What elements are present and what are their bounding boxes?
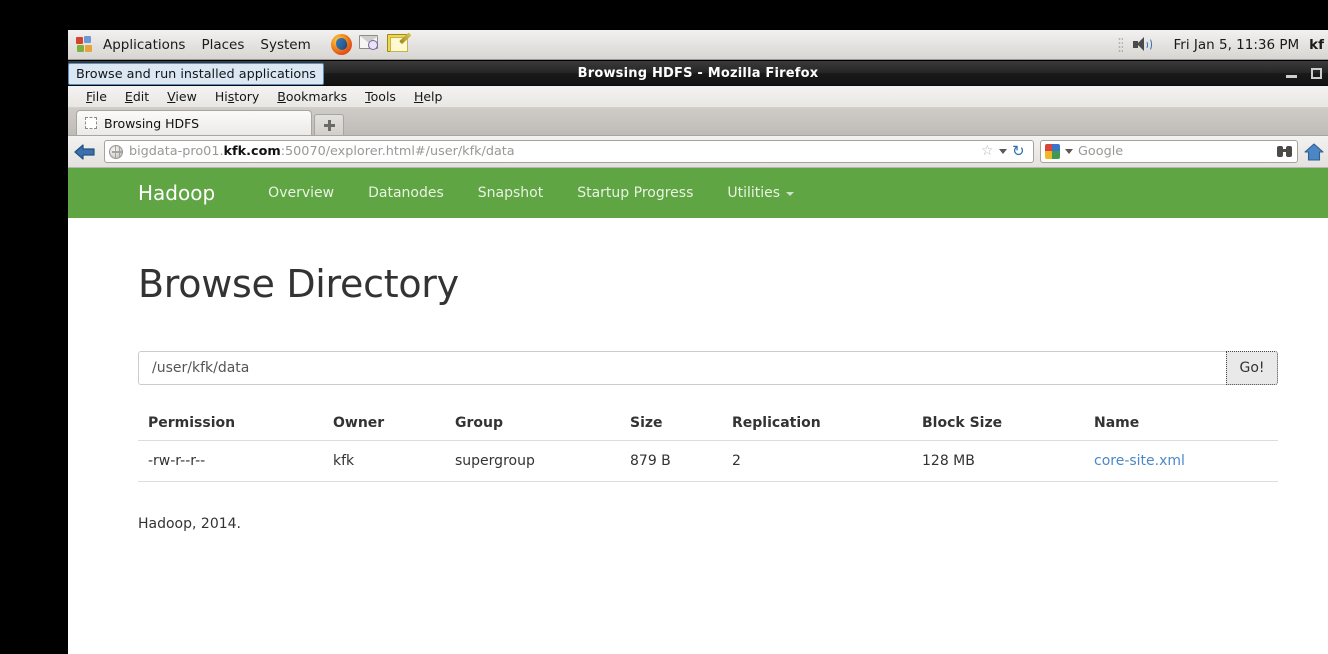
firefox-icon[interactable] <box>330 33 353 56</box>
nav-utilities[interactable]: Utilities <box>710 168 811 218</box>
bookmark-star-icon[interactable]: ☆ <box>981 144 994 158</box>
hadoop-navbar: Hadoop Overview Datanodes Snapshot Start… <box>68 168 1328 218</box>
url-bar-actions: ☆ ↻ <box>981 144 1029 159</box>
table-head: Permission Owner Group Size Replication … <box>138 407 1278 441</box>
header-permission: Permission <box>138 407 323 441</box>
menu-file[interactable]: File <box>78 87 115 106</box>
directory-table: Permission Owner Group Size Replication … <box>138 407 1278 482</box>
menu-history[interactable]: History <box>207 87 267 106</box>
panel-launchers <box>330 33 409 56</box>
plus-icon <box>323 119 335 131</box>
binoculars-icon[interactable] <box>1277 145 1293 158</box>
google-icon[interactable] <box>1045 144 1060 159</box>
home-icon[interactable] <box>1304 142 1324 162</box>
header-group: Group <box>445 407 620 441</box>
page-title: Browse Directory <box>138 262 459 306</box>
header-replication: Replication <box>722 407 912 441</box>
minimize-icon[interactable] <box>1286 74 1297 78</box>
maximize-icon[interactable] <box>1311 67 1322 79</box>
menu-edit[interactable]: Edit <box>117 87 157 106</box>
table-row: -rw-r--r-- kfk supergroup 879 B 2 128 MB… <box>138 440 1278 482</box>
tab-label: Browsing HDFS <box>104 115 200 131</box>
path-form: /user/kfk/data Go! <box>138 351 1278 385</box>
nav-startup-progress[interactable]: Startup Progress <box>560 168 710 218</box>
cell-replication: 2 <box>722 440 912 482</box>
chevron-down-icon[interactable] <box>999 149 1007 154</box>
panel-right-group: Fri Jan 5, 11:36 PM kf <box>1117 30 1328 59</box>
firefox-window: Browsing HDFS - Mozilla Firefox File Edi… <box>68 61 1328 654</box>
table-header-row: Permission Owner Group Size Replication … <box>138 407 1278 441</box>
window-title: Browsing HDFS - Mozilla Firefox <box>577 65 819 81</box>
places-menu[interactable]: Places <box>193 30 252 59</box>
tab-browsing-hdfs[interactable]: Browsing HDFS <box>76 110 312 135</box>
panel-grip-icon <box>1117 36 1123 53</box>
site-identity-icon <box>109 144 123 159</box>
cell-block-size: 128 MB <box>912 440 1084 482</box>
main-content: Browse Directory /user/kfk/data Go! Perm… <box>68 262 1328 532</box>
browser-navigation-bar: bigdata-pro01.kfk.com:50070/explorer.htm… <box>68 136 1328 168</box>
search-bar[interactable]: Google <box>1040 140 1298 163</box>
cell-permission: -rw-r--r-- <box>138 440 323 482</box>
file-link-core-site-xml[interactable]: core-site.xml <box>1094 453 1185 469</box>
search-engine-chevron-icon[interactable] <box>1065 149 1073 154</box>
applications-icon[interactable] <box>76 35 94 54</box>
window-controls <box>1286 61 1322 85</box>
nav-utilities-label: Utilities <box>727 185 781 201</box>
caret-down-icon <box>786 192 795 196</box>
menu-help[interactable]: Help <box>406 87 451 106</box>
url-domain: kfk.com <box>223 144 281 159</box>
table-body: -rw-r--r-- kfk supergroup 879 B 2 128 MB… <box>138 440 1278 482</box>
nav-overview[interactable]: Overview <box>251 168 351 218</box>
volume-icon[interactable] <box>1132 36 1154 54</box>
url-text: bigdata-pro01.kfk.com:50070/explorer.htm… <box>129 144 515 159</box>
evolution-mail-icon[interactable] <box>358 34 381 56</box>
menu-tools[interactable]: Tools <box>357 87 404 106</box>
reload-icon[interactable]: ↻ <box>1012 144 1027 159</box>
url-prefix: bigdata-pro01. <box>129 144 224 159</box>
browser-menubar: File Edit View History Bookmarks Tools H… <box>68 86 1328 108</box>
url-suffix: :50070/explorer.html#/user/kfk/data <box>280 144 515 159</box>
header-block-size: Block Size <box>912 407 1084 441</box>
new-tab-button[interactable] <box>314 114 344 135</box>
search-input[interactable]: Google <box>1078 144 1123 159</box>
back-button[interactable] <box>72 140 98 164</box>
system-menu[interactable]: System <box>252 30 318 59</box>
hadoop-brand[interactable]: Hadoop <box>138 181 237 205</box>
cell-group: supergroup <box>445 440 620 482</box>
user-menu[interactable]: kf <box>1309 37 1324 53</box>
panel-left-group: Applications Places System <box>68 30 409 59</box>
clock[interactable]: Fri Jan 5, 11:36 PM <box>1164 37 1310 53</box>
go-button[interactable]: Go! <box>1226 351 1278 385</box>
nav-snapshot[interactable]: Snapshot <box>461 168 560 218</box>
tab-strip: Browsing HDFS <box>68 108 1328 136</box>
header-owner: Owner <box>323 407 445 441</box>
url-bar[interactable]: bigdata-pro01.kfk.com:50070/explorer.htm… <box>104 140 1034 163</box>
cell-owner: kfk <box>323 440 445 482</box>
tooltip-text: Browse and run installed applications <box>76 66 316 82</box>
cell-name: core-site.xml <box>1084 440 1278 482</box>
page-footer: Hadoop, 2014. <box>138 516 241 532</box>
gnome-top-panel: Applications Places System Fri Jan 5, 11… <box>68 30 1328 60</box>
page-content: Hadoop Overview Datanodes Snapshot Start… <box>68 168 1328 654</box>
applications-tooltip: Browse and run installed applications <box>68 63 324 85</box>
nav-datanodes[interactable]: Datanodes <box>351 168 461 218</box>
header-size: Size <box>620 407 722 441</box>
menu-view[interactable]: View <box>159 87 205 106</box>
path-input[interactable]: /user/kfk/data <box>138 351 1226 385</box>
applications-menu[interactable]: Applications <box>95 30 193 59</box>
menu-bookmarks[interactable]: Bookmarks <box>269 87 355 106</box>
text-editor-icon[interactable] <box>386 33 409 56</box>
cell-size: 879 B <box>620 440 722 482</box>
header-name: Name <box>1084 407 1278 441</box>
tab-favicon-icon <box>85 117 97 129</box>
